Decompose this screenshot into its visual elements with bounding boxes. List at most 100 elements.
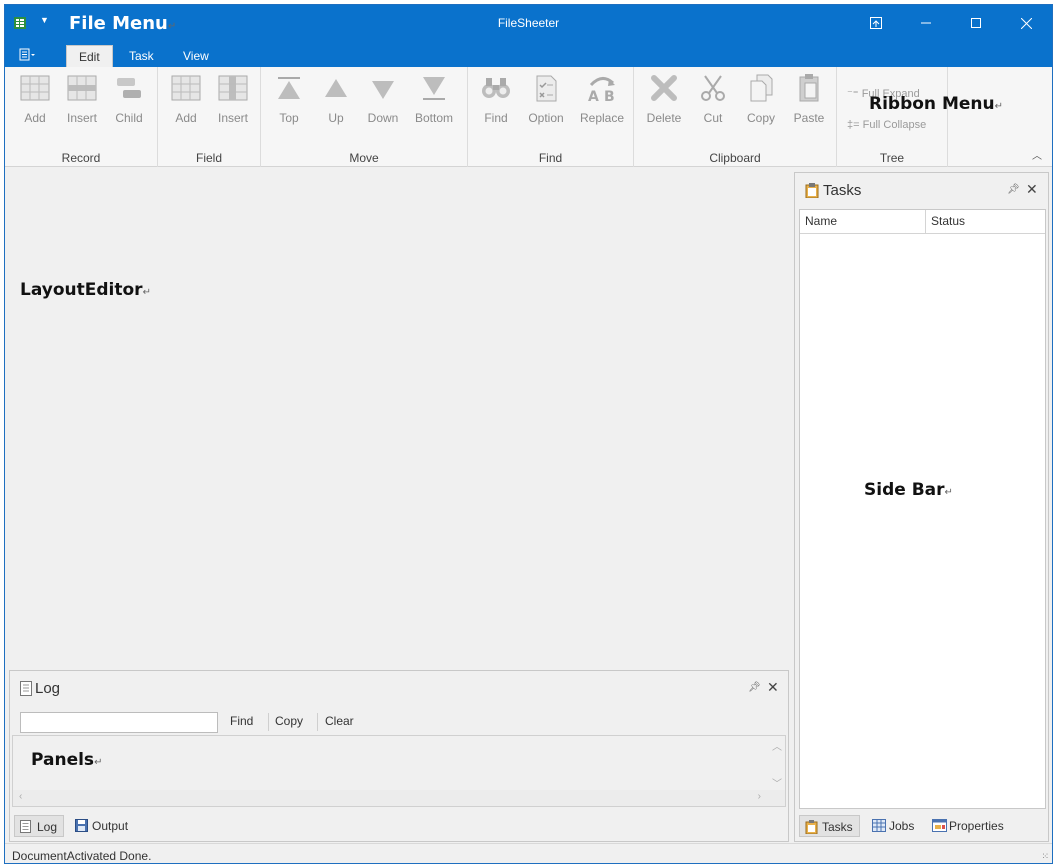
pin-icon[interactable]: 📌︎ [1007,184,1020,195]
resize-grip-icon[interactable]: ⁙ [1041,851,1049,862]
ribbon-group-find: Find Option AB Replace Find [468,67,634,167]
find-button[interactable]: Find [471,73,521,131]
vertical-scrollbar[interactable]: ︿ ﹀ [769,736,785,792]
ribbon-group-record: Add Insert Child Record [5,67,158,167]
tab-task[interactable]: Task [117,45,166,67]
side-bar: Tasks 📌︎ ✕ Name Status Side Bar↵ Tasks J… [794,172,1049,842]
column-header-name[interactable]: Name [800,210,926,234]
copy-button[interactable]: Copy [736,73,786,131]
column-header-status[interactable]: Status [926,210,1045,234]
log-toolbar: Find Copy Clear [20,711,780,733]
tab-jobs[interactable]: Jobs [867,815,920,837]
field-add-button[interactable]: Add [161,73,211,131]
log-find-button[interactable]: Find [230,714,253,728]
document-icon [20,820,31,833]
record-child-button[interactable]: Child [104,73,154,131]
log-output-area[interactable]: Panels↵ ︿ ﹀ ‹ › [12,735,786,807]
field-insert-button[interactable]: Insert [208,73,258,131]
scroll-left-icon[interactable]: ‹ [19,791,22,802]
paste-label: Paste [793,111,825,125]
clipboard-icon [805,820,818,834]
document-icon [20,681,32,696]
record-add-button[interactable]: Add [10,73,60,131]
collapse-ribbon-icon[interactable]: ︿ [1032,147,1042,162]
layout-editor[interactable]: LayoutEditor↵ [5,168,791,668]
ribbon-group-move: Top Up Down Bottom Move [261,67,468,167]
checklist-icon [536,75,557,102]
tab-output[interactable]: Output [70,815,134,837]
binoculars-icon [482,78,510,98]
child-record-icon [117,78,141,98]
group-label-find: Find [538,151,563,165]
cut-button[interactable]: Cut [688,73,738,131]
cut-label: Cut [703,111,723,125]
move-bottom-label: Bottom [414,111,453,125]
minimize-icon[interactable] [911,11,941,35]
table-add-icon [20,75,50,101]
group-label-clipboard: Clipboard [709,151,761,165]
tab-jobs-label: Jobs [889,819,915,833]
log-copy-button[interactable]: Copy [275,714,303,728]
record-child-label: Child [115,111,143,125]
tab-edit[interactable]: Edit [66,45,113,67]
log-panel: Log 📌︎ ✕ Find Copy Clear Panels↵ ︿ ﹀ ‹ › [9,670,789,842]
move-down-icon [372,81,394,99]
tasks-list[interactable]: Name Status Side Bar↵ [799,209,1046,809]
log-clear-button[interactable]: Clear [325,714,354,728]
tab-tasks[interactable]: Tasks [799,815,860,837]
tasks-panel-title: Tasks [823,182,862,199]
main-window: ▼ File Menu↵ FileSheeter Edit Task View [4,4,1053,864]
ribbon-group-tree: ⁻⁼ Full Expand ‡= Full Collapse Tree [837,67,948,167]
ribbon-menu-annotation: Ribbon Menu↵ [869,94,1003,114]
svg-text:A: A [588,89,599,103]
replace-icon: AB [588,77,615,103]
ribbon-display-options-icon[interactable] [861,11,891,35]
sidebar-tabs: Tasks Jobs Properties [795,811,1048,841]
group-label-field: Field [195,151,222,165]
log-search-input[interactable] [20,712,218,733]
group-label-record: Record [61,151,101,165]
scroll-right-icon[interactable]: › [758,791,761,802]
paste-button[interactable]: Paste [784,73,834,131]
close-panel-icon[interactable]: ✕ [1026,181,1038,198]
ribbon-group-clipboard: Delete Cut Copy Paste Clipboard [634,67,837,167]
close-panel-icon[interactable]: ✕ [767,679,779,696]
scissors-icon [701,75,725,101]
svg-text:B: B [604,89,615,103]
record-add-label: Add [24,111,46,125]
find-option-button[interactable]: Option [521,73,571,131]
log-panel-header: Log 📌︎ ✕ [10,671,788,707]
move-top-button[interactable]: Top [264,73,314,131]
tab-view[interactable]: View [171,45,221,67]
move-up-label: Up [328,111,344,125]
horizontal-scrollbar[interactable]: ‹ › [13,790,785,806]
record-insert-label: Insert [66,111,97,125]
panels-annotation: Panels↵ [31,750,103,770]
tab-log-label: Log [37,820,58,834]
title-bar: ▼ File Menu↵ FileSheeter [5,5,1052,43]
field-insert-icon [218,75,248,101]
table-insert-icon [67,75,97,101]
scroll-up-icon[interactable]: ︿ [769,738,785,753]
scroll-down-icon[interactable]: ﹀ [769,775,785,790]
tab-properties-label: Properties [949,819,1004,833]
move-bottom-button[interactable]: Bottom [409,73,459,131]
pin-icon[interactable]: 📌︎ [748,682,761,693]
replace-label: Replace [579,111,625,125]
move-down-button[interactable]: Down [358,73,408,131]
log-panel-title: Log [35,680,61,697]
close-icon[interactable] [1011,11,1041,35]
group-label-move: Move [349,151,379,165]
tab-tasks-label: Tasks [822,820,853,834]
application-menu-button[interactable] [19,47,47,65]
delete-button[interactable]: Delete [639,73,689,131]
field-add-label: Add [175,111,197,125]
replace-button[interactable]: AB Replace [577,73,627,131]
move-up-button[interactable]: Up [311,73,361,131]
field-insert-label: Insert [217,111,248,125]
record-insert-button[interactable]: Insert [57,73,107,131]
maximize-icon[interactable] [961,11,991,35]
tab-properties[interactable]: Properties [927,815,1010,837]
tab-log[interactable]: Log [14,815,65,837]
full-collapse-button[interactable]: ‡= Full Collapse [847,119,926,131]
